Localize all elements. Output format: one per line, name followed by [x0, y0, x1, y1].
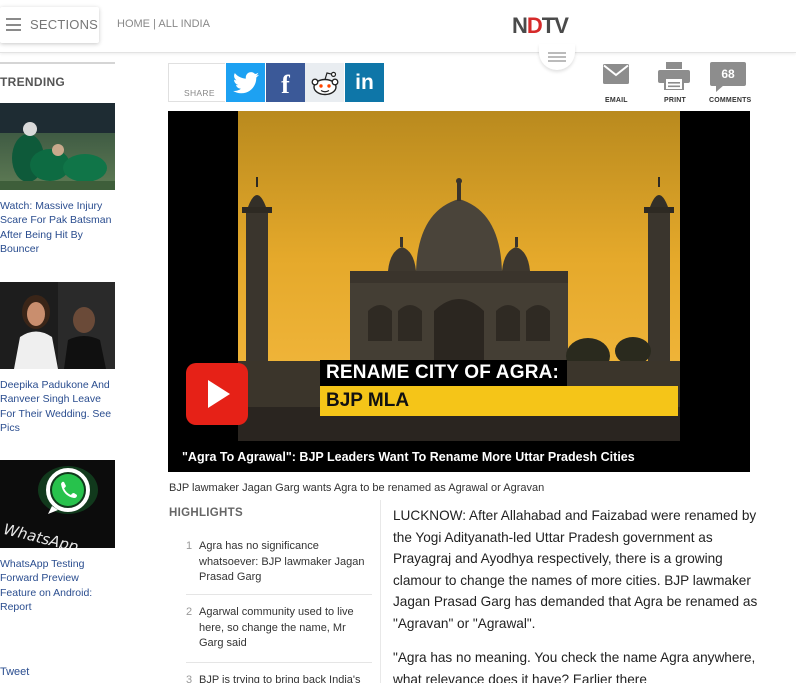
trending-image-celebrity[interactable] — [0, 282, 115, 369]
logo-letters-tv: TV — [541, 13, 569, 38]
facebook-share-button[interactable]: f — [266, 63, 305, 102]
highlights-heading: HIGHLIGHTS — [169, 507, 243, 519]
reddit-share-button[interactable] — [305, 63, 344, 102]
highlight-text: Agra has no significance whatsoever: BJP… — [199, 540, 365, 583]
sections-label: SECTIONS — [30, 17, 99, 32]
celebrity-photo-icon — [0, 282, 115, 369]
reddit-alien-icon — [311, 71, 338, 95]
trending-image-whatsapp[interactable]: WhatsApp — [0, 460, 115, 548]
twitter-bird-icon — [232, 71, 259, 93]
tweet-link[interactable]: Tweet — [0, 666, 29, 678]
video-caption: BJP lawmaker Jagan Garg wants Agra to be… — [169, 482, 545, 494]
highlight-number: 2 — [186, 606, 193, 618]
video-overlay-subhead: BJP MLA — [320, 386, 678, 416]
facebook-icon: f — [281, 69, 290, 99]
logo-letter-n: N — [512, 13, 528, 38]
play-icon[interactable] — [186, 363, 248, 425]
envelope-icon — [603, 64, 629, 84]
trending-caption-whatsapp[interactable]: WhatsApp Testing Forward Preview Feature… — [0, 557, 115, 615]
share-label: SHARE — [184, 88, 215, 98]
trending-caption-cricket[interactable]: Watch: Massive Injury Scare For Pak Bats… — [0, 199, 115, 257]
trending-image-cricket[interactable] — [0, 103, 115, 190]
scroll-top-handle[interactable] — [539, 44, 575, 70]
breadcrumb-home-link[interactable]: HOME — [117, 18, 150, 30]
trending-divider — [0, 62, 115, 64]
site-header: SECTIONS HOME | ALL INDIA NDTV — [0, 0, 796, 53]
print-label: PRINT — [664, 97, 686, 104]
comments-label: COMMENTS — [709, 97, 752, 104]
printer-icon — [658, 62, 690, 90]
highlight-number: 3 — [186, 674, 193, 683]
highlight-text: Agarwal community used to live here, so … — [199, 606, 354, 649]
video-title: "Agra To Agrawal": BJP Leaders Want To R… — [182, 450, 635, 464]
highlight-number: 1 — [186, 540, 193, 552]
logo-letter-d: D — [526, 13, 543, 38]
video-player[interactable]: RENAME CITY OF AGRA: BJP MLA "Agra To Ag… — [168, 111, 750, 472]
linkedin-share-button[interactable]: in — [345, 63, 384, 102]
article-paragraph: LUCKNOW: After Allahabad and Faizabad we… — [393, 508, 758, 631]
breadcrumb-all-india-link[interactable]: ALL INDIA — [158, 18, 210, 30]
linkedin-icon: in — [355, 70, 374, 94]
article-paragraph: "Agra has no meaning. You check the name… — [393, 650, 756, 683]
trending-heading: TRENDING — [0, 75, 66, 89]
email-label: EMAIL — [605, 97, 628, 104]
sections-menu-button[interactable]: SECTIONS — [0, 7, 99, 43]
trending-caption-celebrity[interactable]: Deepika Padukone And Ranveer Singh Leave… — [0, 378, 115, 436]
cricket-photo-icon — [0, 103, 115, 190]
ndtv-logo[interactable]: NDTV — [512, 13, 569, 39]
breadcrumb: HOME | ALL INDIA — [117, 18, 210, 30]
highlight-divider — [186, 662, 372, 663]
share-box: SHARE — [168, 63, 225, 102]
hamburger-icon — [6, 18, 21, 31]
column-divider — [380, 500, 381, 683]
twitter-share-button[interactable] — [226, 63, 265, 102]
comments-count: 68 — [721, 67, 735, 81]
video-overlay-headline: RENAME CITY OF AGRA: — [320, 360, 568, 388]
highlight-divider — [186, 594, 372, 595]
highlight-text: BJP is trying to bring back India's — [199, 674, 361, 683]
